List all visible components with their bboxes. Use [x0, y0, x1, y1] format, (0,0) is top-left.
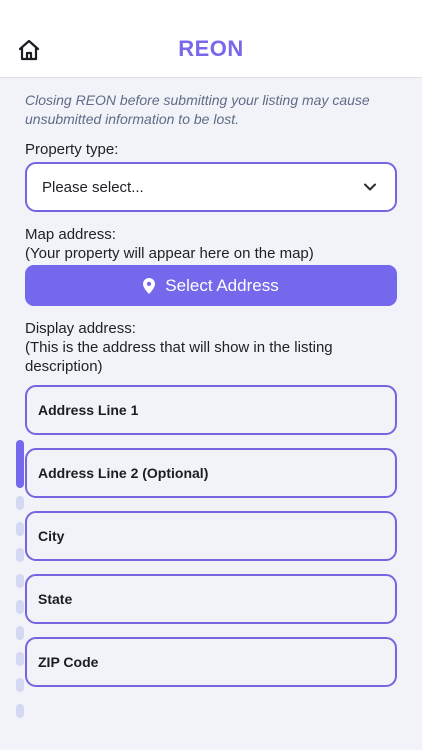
chevron-down-icon — [364, 183, 376, 191]
scroll-indicator[interactable] — [16, 440, 24, 735]
scroll-dash — [16, 704, 24, 718]
address-line2-input[interactable] — [38, 465, 395, 481]
property-type-label: Property type: — [25, 141, 119, 158]
scroll-dash — [16, 678, 24, 692]
select-address-button[interactable]: Select Address — [25, 265, 397, 306]
zip-code-field[interactable] — [25, 637, 397, 687]
scroll-dash — [16, 652, 24, 666]
app-header: REON — [0, 0, 422, 78]
state-field[interactable] — [25, 574, 397, 624]
city-field[interactable] — [25, 511, 397, 561]
scroll-dash — [16, 496, 24, 510]
location-pin-icon — [143, 277, 156, 294]
app-title: REON — [178, 36, 244, 61]
display-address-hint: (This is the address that will show in t… — [25, 339, 333, 375]
zip-code-input[interactable] — [38, 654, 395, 670]
select-address-label: Select Address — [165, 275, 279, 295]
display-address-label: Display address: — [25, 320, 136, 337]
scroll-dash — [16, 626, 24, 640]
property-type-value: Please select... — [42, 178, 144, 196]
city-input[interactable] — [38, 528, 395, 544]
map-address-label: Map address: — [25, 226, 116, 243]
scroll-dash — [16, 600, 24, 614]
map-address-hint: (Your property will appear here on the m… — [25, 245, 314, 262]
scroll-dash — [16, 522, 24, 536]
address-line2-field[interactable] — [25, 448, 397, 498]
property-type-select[interactable]: Please select... — [25, 162, 397, 212]
scroll-dash — [16, 574, 24, 588]
scroll-dash — [16, 548, 24, 562]
scroll-thumb[interactable] — [16, 440, 24, 488]
address-line1-field[interactable] — [25, 385, 397, 435]
unsaved-warning: Closing REON before submitting your list… — [25, 92, 370, 127]
address-line1-input[interactable] — [38, 402, 395, 418]
state-input[interactable] — [38, 591, 395, 607]
